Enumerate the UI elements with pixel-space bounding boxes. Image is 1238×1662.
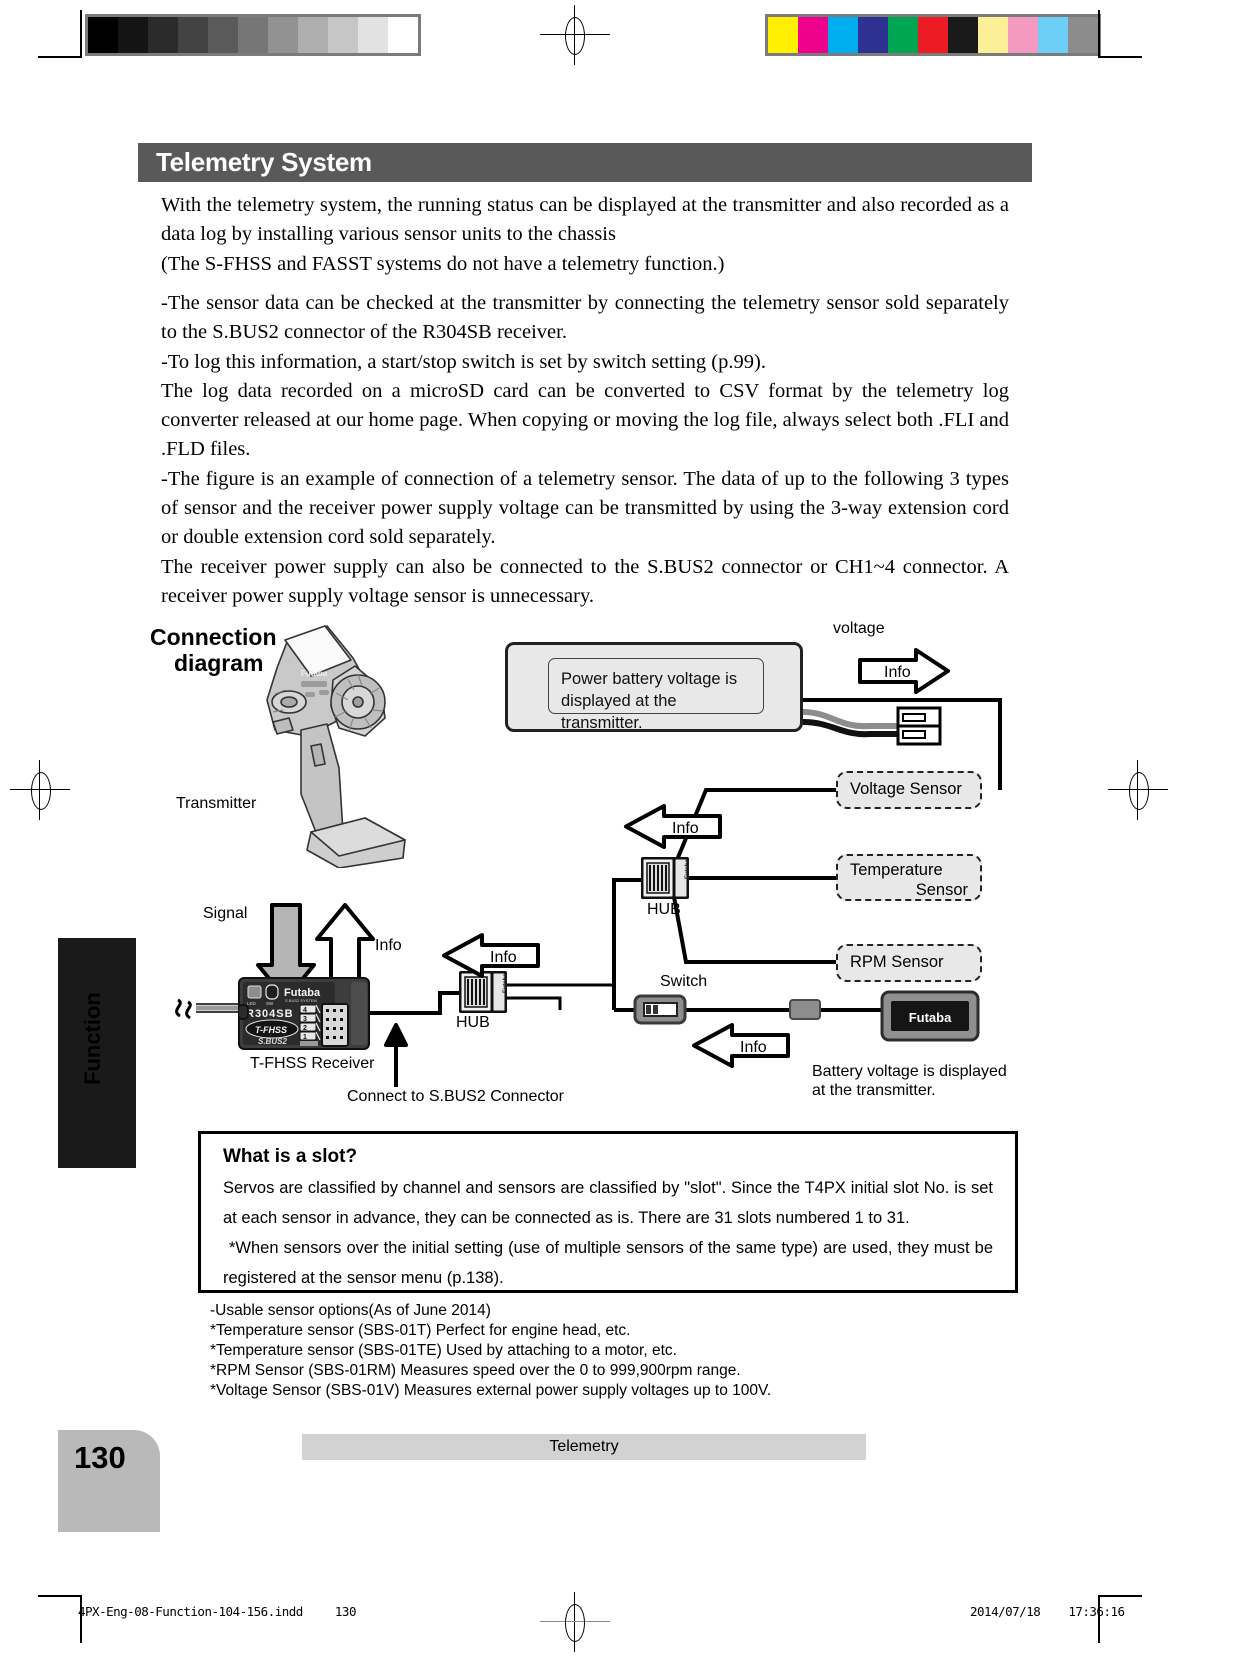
hub-lower-label: HUB xyxy=(456,1014,490,1031)
section-header: Telemetry System xyxy=(138,143,1032,182)
battery-note-line1: Battery voltage is displayed at the tran… xyxy=(812,1062,1012,1100)
receiver-label: T-FHSS Receiver xyxy=(250,1055,375,1072)
color-swatch xyxy=(888,17,918,53)
paragraph-figure-example: -The figure is an example of connection … xyxy=(161,468,1009,548)
footnote-line: *Temperature sensor (SBS-01T) Perfect fo… xyxy=(210,1322,631,1339)
footnote-line: *RPM Sensor (SBS-01RM) Measures speed ov… xyxy=(210,1362,741,1379)
svg-text:2: 2 xyxy=(303,1025,307,1032)
info-arrow-hub: Info xyxy=(624,804,722,849)
grayscale-swatch xyxy=(178,17,208,53)
svg-text:Futaba: Futaba xyxy=(909,1010,952,1025)
switch-label: Switch xyxy=(660,973,708,990)
battery-note-text: Battery voltage is displayed at the tran… xyxy=(812,1063,1007,1099)
page-number: 130 xyxy=(74,1440,126,1475)
connect-sbus2-label: Connect to S.BUS2 Connector xyxy=(347,1088,565,1105)
sensor-temperature-label-line2: Sensor xyxy=(915,881,968,899)
print-file-page-text: 130 xyxy=(334,1604,357,1619)
color-swatch xyxy=(1068,17,1098,53)
info-label-up: Info xyxy=(375,937,402,954)
svg-text:Info: Info xyxy=(672,820,699,837)
svg-text:S.BUS2: S.BUS2 xyxy=(258,1037,287,1046)
color-swatch xyxy=(978,17,1008,53)
print-file-name: 4PX-Eng-08-Function-104-156.indd 130 xyxy=(78,1604,356,1619)
hub-upper-unit: Futaba xyxy=(641,857,689,899)
grayscale-swatch xyxy=(268,17,298,53)
sensor-rpm-label: RPM Sensor xyxy=(850,953,944,971)
svg-text:LED: LED xyxy=(247,1001,257,1006)
paragraph-intro: With the telemetry system, the running s… xyxy=(161,194,1009,245)
grayscale-swatch xyxy=(208,17,238,53)
slot-box-paragraph-2: *When sensors over the initial setting (… xyxy=(223,1239,993,1287)
print-time-text: 17:36:16 xyxy=(1068,1604,1125,1619)
paragraph-log-data: The log data recorded on a microSD card … xyxy=(161,380,1009,460)
print-file-name-text: 4PX-Eng-08-Function-104-156.indd xyxy=(78,1604,303,1619)
paragraph-log-switch: -To log this information, a start/stop s… xyxy=(161,351,766,373)
grayscale-swatch xyxy=(88,17,118,53)
slot-box-paragraph-1: Servos are classified by channel and sen… xyxy=(223,1179,993,1227)
svg-text:3: 3 xyxy=(303,1016,307,1023)
color-swatch xyxy=(828,17,858,53)
grayscale-swatch xyxy=(298,17,328,53)
hub-upper-label: HUB xyxy=(647,901,681,918)
crop-mark-top-right xyxy=(1098,10,1142,58)
svg-text:T-FHSS: T-FHSS xyxy=(255,1025,287,1035)
slot-info-box: What is a slot? Servos are classified by… xyxy=(198,1131,1018,1293)
sensor-box-voltage: Voltage Sensor xyxy=(836,771,982,809)
svg-text:Info: Info xyxy=(740,1039,767,1056)
footnote-line: *Voltage Sensor (SBS-01V) Measures exter… xyxy=(210,1382,772,1399)
sensor-box-rpm: RPM Sensor xyxy=(836,944,982,982)
color-swatch xyxy=(798,17,828,53)
color-swatch xyxy=(768,17,798,53)
svg-text:S.BUS2 SYSTEM: S.BUS2 SYSTEM xyxy=(285,998,317,1003)
registration-mark-bottom xyxy=(540,1592,610,1652)
color-swatch xyxy=(858,17,888,53)
crop-mark-top-left xyxy=(38,10,82,58)
grayscale-swatch xyxy=(358,17,388,53)
grayscale-swatch xyxy=(238,17,268,53)
connection-diagram: Connection diagram Futaba Transmitter Po… xyxy=(0,600,1238,1160)
diagram-wiring xyxy=(175,698,1002,1087)
svg-text:1: 1 xyxy=(303,1034,307,1041)
footer-section-label: Telemetry xyxy=(302,1434,866,1460)
battery-pack-illustration: Futaba xyxy=(880,990,980,1042)
print-timestamp: 2014/07/18 17:36:16 xyxy=(970,1604,1125,1619)
svg-text:SW: SW xyxy=(266,1001,274,1006)
grayscale-swatch xyxy=(118,17,148,53)
grayscale-swatch xyxy=(148,17,178,53)
color-swatch xyxy=(1008,17,1038,53)
color-calibration-bar xyxy=(765,14,1101,56)
info-arrow-battery: Info xyxy=(692,1023,790,1068)
crop-mark-bottom-right xyxy=(1098,1595,1142,1643)
color-swatch xyxy=(948,17,978,53)
sensor-voltage-label: Voltage Sensor xyxy=(850,780,962,798)
registration-mark-top xyxy=(540,5,610,65)
color-swatch xyxy=(918,17,948,53)
crop-mark-bottom-left xyxy=(38,1595,82,1643)
svg-text:4: 4 xyxy=(303,1007,307,1014)
slot-box-title: What is a slot? xyxy=(223,1146,358,1167)
sensor-temperature-label-line1: Temperature xyxy=(850,861,943,879)
paragraph-systems-note: (The S-FHSS and FASST systems do not hav… xyxy=(161,253,725,275)
grayscale-swatch xyxy=(328,17,358,53)
grayscale-swatch xyxy=(388,17,418,53)
svg-text:Info: Info xyxy=(490,949,517,966)
footnote-line: *Temperature sensor (SBS-01TE) Used by a… xyxy=(210,1342,677,1359)
color-swatch xyxy=(1038,17,1068,53)
info-arrow-receiver: Info xyxy=(442,933,540,978)
paragraph-sensor-data: -The sensor data can be checked at the t… xyxy=(161,292,1009,343)
footnote-line: -Usable sensor options(As of June 2014) xyxy=(210,1302,491,1319)
svg-text:Futaba: Futaba xyxy=(685,859,689,879)
print-date-text: 2014/07/18 xyxy=(970,1604,1041,1619)
grayscale-calibration-bar xyxy=(85,14,421,56)
receiver-illustration: Futaba S.BUS2 SYSTEM LED SW R304SB T-FHS… xyxy=(238,977,370,1050)
sensor-options-footnotes: -Usable sensor options(As of June 2014) … xyxy=(210,1301,771,1401)
sensor-box-temperature: Temperature Sensor xyxy=(836,854,982,901)
svg-text:R304SB: R304SB xyxy=(246,1008,294,1020)
signal-label: Signal xyxy=(203,905,248,922)
